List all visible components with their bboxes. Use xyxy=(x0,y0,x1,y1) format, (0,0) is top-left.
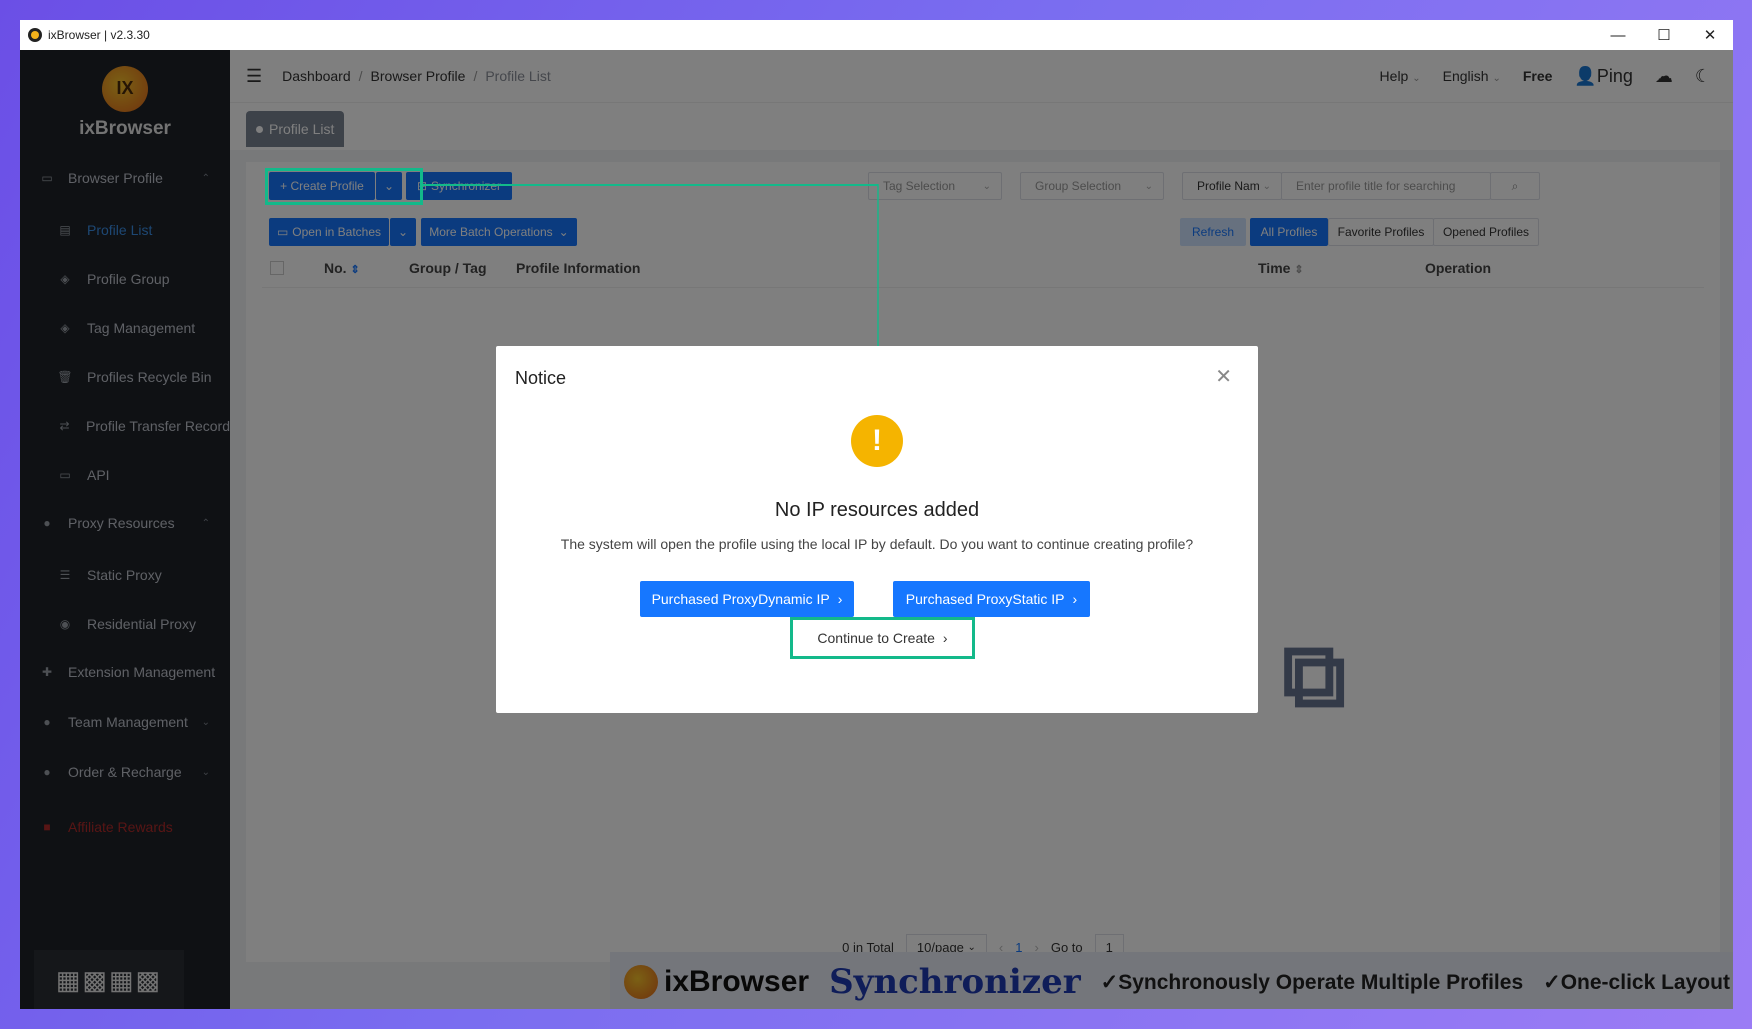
chevron-right-icon: › xyxy=(942,630,948,646)
dialog-description: The system will open the profile using t… xyxy=(560,536,1194,552)
purchased-dynamic-ip-button[interactable]: Purchased ProxyDynamic IP › xyxy=(640,581,854,617)
watermark-logo-icon: ⧉ xyxy=(1282,626,1347,726)
warning-icon: ! xyxy=(851,415,903,467)
highlight-connector xyxy=(423,184,878,186)
dialog-title: Notice xyxy=(515,368,567,388)
modal-layer: ⧉ Notice ✕ ! No IP resources added The s… xyxy=(0,0,1752,1029)
chevron-right-icon: › xyxy=(837,591,843,607)
highlight-create-profile xyxy=(265,168,423,205)
chevron-right-icon: › xyxy=(1072,591,1078,607)
dialog-heading: No IP resources added xyxy=(774,499,980,521)
purchased-static-ip-button[interactable]: Purchased ProxyStatic IP › xyxy=(893,581,1090,617)
close-icon[interactable]: ✕ xyxy=(1215,364,1232,389)
continue-to-create-button[interactable]: Continue to Create › xyxy=(790,617,975,659)
notice-dialog: Notice ✕ ! No IP resources added The sys… xyxy=(496,346,1258,713)
